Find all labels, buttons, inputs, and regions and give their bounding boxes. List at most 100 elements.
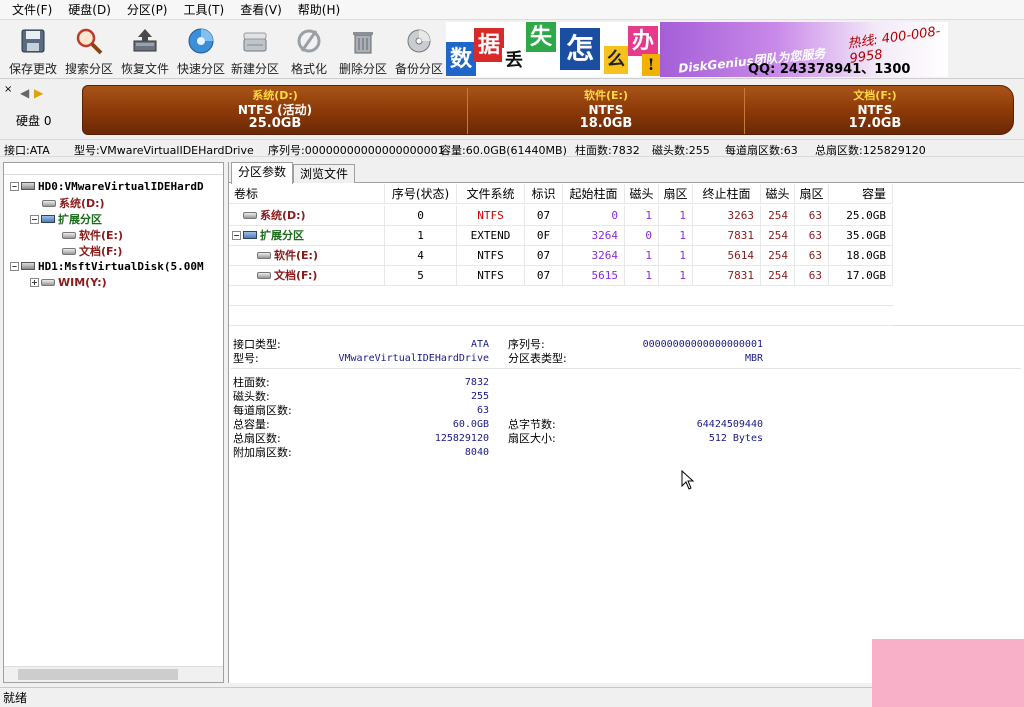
info-serial: 序列号:00000000000000000001 xyxy=(268,144,445,157)
details-divider xyxy=(231,368,1021,369)
search-partition-button[interactable]: 搜索分区 xyxy=(62,23,116,77)
info-spt: 每道扇区数:63 xyxy=(725,144,798,157)
expand-icon[interactable]: + xyxy=(30,278,39,287)
scrollbar-thumb[interactable] xyxy=(18,669,178,680)
save-icon xyxy=(21,29,45,53)
detail-capacity-label: 总容量: xyxy=(233,418,270,431)
tree-node-docs[interactable]: 文档(F:) xyxy=(62,243,122,259)
detail-total-bytes-label: 总字节数: xyxy=(508,418,556,431)
quick-partition-button[interactable]: 快速分区 xyxy=(174,23,228,77)
next-disk-icon[interactable]: ▶ xyxy=(34,86,43,100)
disk-info-strip: 接口:ATA 型号:VMwareVirtualIDEHardDrive 序列号:… xyxy=(0,139,1024,157)
mouse-cursor-icon xyxy=(681,470,695,490)
disk-bar[interactable]: 系统(D:) NTFS (活动) 25.0GB 软件(E:) NTFS 18.0… xyxy=(82,85,1014,135)
detail-extra-sectors-label: 附加扇区数: xyxy=(233,446,292,459)
disk-map: × ◀ ▶ 硬盘 0 系统(D:) NTFS (活动) 25.0GB 软件(E:… xyxy=(0,80,1024,138)
trash-icon xyxy=(353,32,373,54)
detail-pt-type-label: 分区表类型: xyxy=(508,352,567,365)
detail-sector-size-value: 512 Bytes xyxy=(708,433,763,444)
status-text: 就绪 xyxy=(3,691,28,705)
quick-partition-icon xyxy=(188,28,214,54)
tab-browse-files[interactable]: 浏览文件 xyxy=(293,164,356,183)
detail-cylinders-value: 7832 xyxy=(464,377,489,388)
table-row[interactable]: 系统(D:) 0 NTFS 07 0 1 1 3263 254 63 25.0G… xyxy=(229,206,893,226)
detail-total-bytes-value: 64424509440 xyxy=(696,419,763,430)
info-cylinders: 柱面数:7832 xyxy=(575,144,640,157)
info-heads: 磁头数:255 xyxy=(652,144,710,157)
collapse-icon[interactable]: − xyxy=(10,182,19,191)
tree-node-extended[interactable]: − 扩展分区 xyxy=(30,211,102,227)
detail-model-value: VMwareVirtualIDEHardDrive xyxy=(338,353,489,364)
banner-tile: 数 xyxy=(446,42,476,76)
detail-heads-label: 磁头数: xyxy=(233,390,270,403)
partition-block-software[interactable]: 软件(E:) NTFS 18.0GB xyxy=(468,86,744,136)
tree-node-hd0[interactable]: − HD0:VMwareVirtualIDEHardD xyxy=(10,180,204,193)
restore-file-icon xyxy=(133,29,157,52)
close-icon[interactable]: × xyxy=(4,84,12,95)
detail-pt-type-value: MBR xyxy=(744,353,763,364)
tree-node-system[interactable]: 系统(D:) xyxy=(42,195,105,211)
detail-serial-value: 00000000000000000001 xyxy=(642,339,763,350)
banner-tile: 办 xyxy=(628,26,658,56)
detail-total-sectors-value: 125829120 xyxy=(434,433,489,444)
collapse-icon[interactable]: − xyxy=(30,215,39,224)
detail-cylinders-label: 柱面数: xyxy=(233,376,270,389)
menu-bar: 文件(F) 硬盘(D) 分区(P) 工具(T) 查看(V) 帮助(H) xyxy=(0,0,1024,20)
extended-partition-icon xyxy=(243,231,257,239)
new-partition-button[interactable]: 新建分区 xyxy=(228,23,282,77)
menu-file[interactable]: 文件(F) xyxy=(4,0,60,20)
partition-icon xyxy=(41,279,55,286)
menu-view[interactable]: 查看(V) xyxy=(232,0,290,20)
prev-disk-icon[interactable]: ◀ xyxy=(20,86,29,100)
restore-files-button[interactable]: 恢复文件 xyxy=(118,23,172,77)
partition-block-system[interactable]: 系统(D:) NTFS (活动) 25.0GB xyxy=(83,86,467,136)
menu-disk[interactable]: 硬盘(D) xyxy=(60,0,119,20)
collapse-icon[interactable]: − xyxy=(10,262,19,271)
menu-help[interactable]: 帮助(H) xyxy=(290,0,348,20)
banner-tile: 失 xyxy=(526,22,556,52)
backup-disc-icon xyxy=(407,29,431,53)
table-row[interactable]: 软件(E:) 4 NTFS 07 3264 1 1 5614 254 63 18… xyxy=(229,246,893,266)
tree-horizontal-scrollbar[interactable] xyxy=(4,666,223,682)
hard-disk-icon xyxy=(21,262,35,270)
tree-node-hd1[interactable]: − HD1:MsftVirtualDisk(5.00M xyxy=(10,260,204,273)
detail-interface-label: 接口类型: xyxy=(233,338,281,351)
menu-partition[interactable]: 分区(P) xyxy=(119,0,176,20)
detail-serial-label: 序列号: xyxy=(508,338,545,351)
collapse-icon[interactable]: − xyxy=(232,231,241,240)
tree-node-software[interactable]: 软件(E:) xyxy=(62,227,123,243)
disk-label: 硬盘 0 xyxy=(16,114,52,128)
banner-qq: QQ: 2433789​41、1300​89958 xyxy=(748,62,911,77)
delete-partition-button[interactable]: 删除分区 xyxy=(336,23,390,77)
info-model: 型号:VMwareVirtualIDEHardDrive xyxy=(74,144,254,157)
menu-tools[interactable]: 工具(T) xyxy=(176,0,233,20)
hard-disk-icon xyxy=(21,182,35,190)
banner-tile: ! xyxy=(642,54,660,76)
format-icon xyxy=(297,29,321,53)
status-bar: 就绪 xyxy=(0,687,1024,707)
banner-tile: 怎 xyxy=(560,28,600,70)
detail-interface-value: ATA xyxy=(470,339,489,350)
info-capacity: 容量:60.0GB(61440MB) xyxy=(440,144,567,157)
tree-node-wim[interactable]: + WIM(Y:) xyxy=(30,276,107,289)
tab-strip: 分区参数 浏览文件 xyxy=(229,162,1024,184)
format-button[interactable]: 格式化 xyxy=(282,23,336,77)
table-header: 卷标 序号(状态) 文件系统 标识 起始柱面 磁头 扇区 终止柱面 磁头 扇区 … xyxy=(229,184,893,204)
detail-heads-value: 255 xyxy=(470,391,489,402)
banner-tile: 丢 xyxy=(502,48,526,74)
tree-header xyxy=(4,163,223,175)
partition-icon xyxy=(243,212,257,219)
table-row[interactable]: 文档(F:) 5 NTFS 07 5615 1 1 7831 254 63 17… xyxy=(229,266,893,286)
detail-spt-value: 63 xyxy=(476,405,489,416)
detail-extra-sectors-value: 8040 xyxy=(464,447,489,458)
partition-icon xyxy=(62,248,76,255)
detail-model-label: 型号: xyxy=(233,352,259,365)
table-row[interactable]: − 扩展分区 1 EXTEND 0F 3264 0 1 7831 254 63 3… xyxy=(229,226,893,246)
tab-partition-params[interactable]: 分区参数 xyxy=(231,162,294,184)
info-total-sectors: 总扇区数:125829120 xyxy=(815,144,926,157)
save-changes-button[interactable]: 保存更改 xyxy=(6,23,60,77)
partition-icon xyxy=(257,272,271,279)
backup-partition-button[interactable]: 备份分区 xyxy=(392,23,446,77)
partition-block-docs[interactable]: 文档(F:) NTFS 17.0GB xyxy=(745,86,1005,136)
ad-banner[interactable]: 数 据 丢 失 怎 么 办 ! DiskGenius团队为您服务 热线: 400… xyxy=(446,22,948,77)
